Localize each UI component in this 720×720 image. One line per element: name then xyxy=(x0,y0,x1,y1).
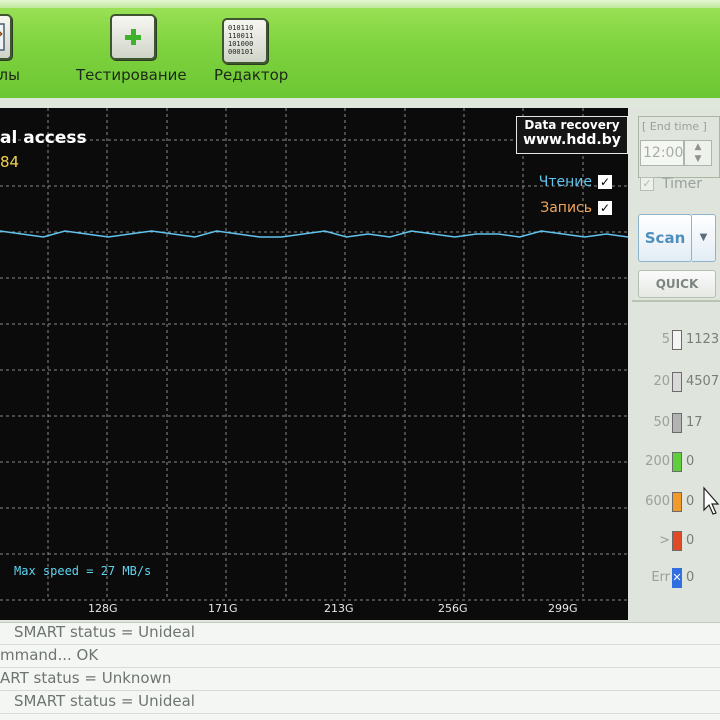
graph-canvas xyxy=(0,108,628,601)
data-recovery-badge[interactable]: Data recovery www.hdd.by xyxy=(516,116,628,154)
log-panel: SMART status = Unideal mmand... OK ART s… xyxy=(0,622,720,720)
end-time-input[interactable]: 12:00 xyxy=(640,140,684,166)
spin-up-icon[interactable]: ▲ xyxy=(685,141,711,153)
counter-label: Err xyxy=(651,570,670,585)
scan-button[interactable]: Scan xyxy=(638,214,692,262)
toolbar-editor-label: Редактор xyxy=(214,66,289,84)
toolbar-testing-label: Тестирование xyxy=(76,66,187,84)
legend-read-checkbox[interactable]: ✓ xyxy=(598,175,612,189)
counter-label: 20 xyxy=(653,374,670,389)
badge-line2: www.hdd.by xyxy=(523,132,621,148)
counter-value: 0 xyxy=(686,454,695,469)
app-window: рналы Тестирование 010110110011101000000… xyxy=(0,0,720,720)
counter-label: 600 xyxy=(645,494,670,509)
binary-icon-text: 010110 110011 101000 000101 xyxy=(228,24,254,56)
legend-write[interactable]: Запись ✓ xyxy=(540,200,612,216)
legend-write-checkbox[interactable]: ✓ xyxy=(598,201,612,215)
counter-label: 50 xyxy=(653,415,670,430)
x-tick-label: 299G xyxy=(548,602,578,615)
binary-editor-icon: 010110 110011 101000 000101 xyxy=(222,18,268,64)
log-line: SMART status = Unideal xyxy=(0,623,720,645)
legend-read-label: Чтение xyxy=(538,174,592,190)
counter-value: 17 xyxy=(686,415,703,430)
end-time-label: [ End time ] xyxy=(642,120,707,133)
panel-divider xyxy=(632,300,720,302)
badge-line1: Data recovery xyxy=(524,118,620,132)
counter-color-swatch xyxy=(672,531,682,551)
error-checkbox[interactable]: ✕ xyxy=(672,568,682,588)
counter-label: 200 xyxy=(645,454,670,469)
counter-color-swatch xyxy=(672,452,682,472)
log-line: mmand... OK xyxy=(0,646,720,668)
counter-value: 11235 xyxy=(686,332,720,347)
quick-button[interactable]: QUICK xyxy=(638,270,716,298)
toolbar-editor-button[interactable]: 010110 110011 101000 000101 Редактор xyxy=(212,10,292,90)
counter-row: 5 11235 xyxy=(632,330,720,352)
counter-value: 0 xyxy=(686,494,695,509)
max-speed-label: Max speed = 27 MB/s xyxy=(14,564,152,578)
legend-read[interactable]: Чтение ✓ xyxy=(539,174,612,190)
add-icon xyxy=(110,14,156,60)
spin-down-icon[interactable]: ▼ xyxy=(685,153,711,165)
legend-write-label: Запись xyxy=(540,200,592,216)
counter-value: 0 xyxy=(686,570,695,585)
counter-label: 5 xyxy=(661,332,670,347)
end-time-spinner[interactable]: ▲ ▼ xyxy=(684,140,712,166)
counter-row: >0 xyxy=(632,531,720,553)
counter-row: 50 17 xyxy=(632,413,720,435)
counter-value: 45072 xyxy=(686,374,720,389)
x-tick-label: 256G xyxy=(438,602,468,615)
menu-strip xyxy=(0,0,720,8)
counter-color-swatch xyxy=(672,413,682,433)
log-line: ART status = Unknown xyxy=(0,669,720,691)
counter-row: 200 0 xyxy=(632,452,720,474)
x-tick-label: 213G xyxy=(324,602,354,615)
counter-color-swatch xyxy=(672,492,682,512)
counter-row: Err ✕ 0 xyxy=(632,568,720,590)
read-speed-line xyxy=(0,230,628,238)
counter-value: 0 xyxy=(686,533,695,548)
mouse-cursor-icon xyxy=(703,486,720,515)
timer-row[interactable]: ✓ Timer xyxy=(640,176,702,192)
x-tick-label: 171G xyxy=(208,602,238,615)
toolbar-journals-button[interactable]: рналы xyxy=(0,10,60,90)
toolbar-journals-label: рналы xyxy=(0,66,20,84)
counter-label: > xyxy=(659,533,670,548)
log-line: SMART status = Unideal xyxy=(0,692,720,714)
toolbar: рналы Тестирование 010110110011101000000… xyxy=(0,0,720,98)
x-tick-label: 128G xyxy=(88,602,118,615)
counter-color-swatch xyxy=(672,372,682,392)
timer-label: Timer xyxy=(662,176,703,192)
speed-graph: al access 84 Data recovery www.hdd.by Чт… xyxy=(0,108,628,620)
journal-icon xyxy=(0,14,12,60)
counter-row: 20 45072 xyxy=(632,372,720,394)
counter-color-swatch xyxy=(672,330,682,350)
graph-subtitle: 84 xyxy=(0,153,20,171)
timer-checkbox[interactable]: ✓ xyxy=(640,177,654,191)
scan-dropdown-button[interactable]: ▼ xyxy=(692,214,716,262)
toolbar-testing-button[interactable]: Тестирование xyxy=(76,10,188,90)
graph-title: al access xyxy=(0,128,87,148)
